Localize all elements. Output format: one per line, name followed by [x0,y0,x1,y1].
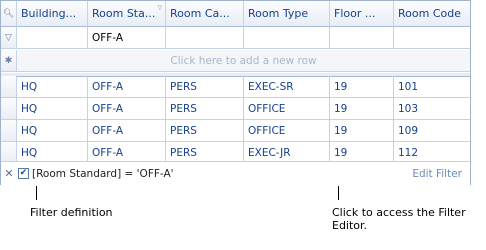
column-header-room-category[interactable]: Room Ca... [166,1,244,27]
new-item-row[interactable]: ✱ Click here to add a new row [1,50,470,72]
asterisk-icon: ✱ [4,55,13,66]
table-cell[interactable]: 19 [330,98,394,120]
column-header-building[interactable]: Building... [17,1,88,27]
new-row-prompt[interactable]: Click here to add a new row [17,50,470,72]
filter-row-indicator: ▽ [1,27,17,49]
table-cell[interactable]: 19 [330,120,394,142]
filter-cell-room-type[interactable] [244,27,330,49]
filter-funnel-icon[interactable]: ▿ [157,3,162,13]
filter-panel: ✕ ✔ [Room Standard] = 'OFF-A' Edit Filte… [1,161,470,185]
filter-cell-room-standard[interactable]: OFF-A [88,27,166,49]
table-row[interactable]: HQ OFF-A PERS EXEC-SR 19 101 [1,76,470,98]
new-row-indicator: ✱ [1,50,17,72]
table-cell[interactable]: HQ [17,120,88,142]
edit-filter-link[interactable]: Edit Filter [412,168,462,180]
header-row: 🔍︎ Building... Room Sta... ▿ Room Ca... R… [1,1,470,27]
table-cell[interactable]: PERS [166,98,244,120]
table-cell[interactable]: 103 [394,98,470,120]
table-row[interactable]: HQ OFF-A PERS OFFICE 19 103 [1,98,470,120]
table-cell[interactable]: HQ [17,98,88,120]
filter-cell-room-code[interactable] [394,27,470,49]
data-grid: 🔍︎ Building... Room Sta... ▿ Room Ca... R… [0,0,471,185]
row-indicator[interactable] [1,98,17,120]
table-row[interactable]: HQ OFF-A PERS OFFICE 19 109 [1,120,470,142]
auto-filter-row: ▽ OFF-A [1,27,470,49]
filter-enabled-checkbox[interactable]: ✔ [18,168,29,179]
table-cell[interactable]: PERS [166,76,244,98]
close-filter-icon[interactable]: ✕ [1,167,17,180]
filter-definition-leader-line [36,186,37,200]
row-indicator[interactable] [1,120,17,142]
table-cell[interactable]: OFFICE [244,120,330,142]
table-cell[interactable]: 101 [394,76,470,98]
table-cell[interactable]: EXEC-SR [244,76,330,98]
search-icon[interactable]: 🔍︎ [3,9,14,19]
filter-expression: [Room Standard] = 'OFF-A' [32,167,174,180]
table-cell[interactable]: OFF-A [88,76,166,98]
table-cell[interactable]: 109 [394,120,470,142]
row-indicator[interactable] [1,76,17,98]
table-cell[interactable]: OFF-A [88,98,166,120]
filter-cell-floor[interactable] [330,27,394,49]
table-cell[interactable]: OFF-A [88,120,166,142]
filter-editor-callout-line1: Click to access the Filter [332,206,466,219]
filter-editor-leader-line [338,186,339,200]
filter-editor-callout-line2: Editor. [332,219,368,232]
column-header-room-type[interactable]: Room Type [244,1,330,27]
column-header-room-code[interactable]: Room Code [394,1,470,27]
filter-cell-building[interactable] [17,27,88,49]
search-icon-cell[interactable]: 🔍︎ [1,1,17,27]
table-cell[interactable]: PERS [166,120,244,142]
table-cell[interactable]: 19 [330,76,394,98]
column-header-floor[interactable]: Floor ... [330,1,394,27]
checkmark-icon: ✔ [19,168,28,178]
filter-definition-callout: Filter definition [30,206,113,219]
filter-cell-room-category[interactable] [166,27,244,49]
column-header-room-standard[interactable]: Room Sta... ▿ [88,1,166,27]
funnel-icon: ▽ [5,32,12,43]
table-cell[interactable]: HQ [17,76,88,98]
table-cell[interactable]: OFFICE [244,98,330,120]
